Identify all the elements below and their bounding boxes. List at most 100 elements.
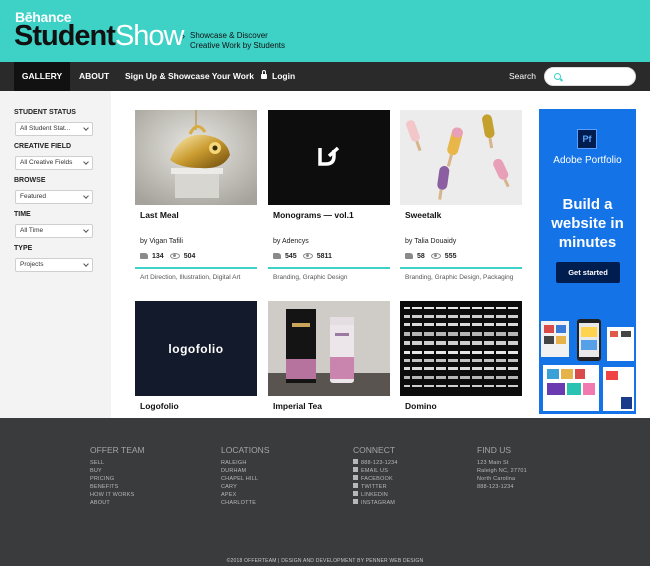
chevron-down-icon xyxy=(83,193,89,199)
project-thumbnail[interactable] xyxy=(268,301,390,396)
footer-link-label: FACEBOOK xyxy=(361,476,393,482)
filter-value: All Time xyxy=(20,227,44,234)
project-author[interactable]: by Vigan Tafili xyxy=(140,238,183,245)
footer-address-line: 123 Main St xyxy=(477,460,509,466)
footer-link[interactable]: TWITTER xyxy=(353,483,398,491)
filter-label-browse: BROWSE xyxy=(14,177,46,184)
filter-select-browse[interactable]: Featured xyxy=(15,190,93,204)
project-thumbnail[interactable] xyxy=(135,110,257,205)
chevron-down-icon xyxy=(83,125,89,131)
view-count: 555 xyxy=(444,253,457,260)
footer-link[interactable]: ABOUT xyxy=(90,499,145,507)
linkedin-icon xyxy=(353,491,358,496)
filter-select-type[interactable]: Projects xyxy=(15,258,93,272)
footer-link[interactable]: 888-123-1234 xyxy=(353,459,398,467)
filter-select-creative-field[interactable]: All Creative Fields xyxy=(15,156,93,170)
nav-login[interactable]: Login xyxy=(261,62,295,91)
adobe-portfolio-ad[interactable]: Pf Adobe Portfolio Build a website in mi… xyxy=(539,109,636,414)
footer-heading: FIND US xyxy=(477,445,511,455)
view-count: 5811 xyxy=(316,253,332,260)
project-stats: 134 504 xyxy=(140,253,195,260)
project-title[interactable]: Domino xyxy=(405,401,437,411)
eye-icon xyxy=(430,253,441,259)
ad-brand: Adobe Portfolio xyxy=(553,155,622,166)
filter-select-time[interactable]: All Time xyxy=(15,224,93,238)
lock-icon xyxy=(261,70,267,79)
footer-link[interactable]: APEX xyxy=(221,491,270,499)
student-show-logo[interactable]: StudentShow xyxy=(14,20,184,53)
project-tags: Art Direction, Illustration, Digital Art xyxy=(140,274,241,281)
thumbs-up-icon xyxy=(405,253,413,259)
like-count: 545 xyxy=(285,253,297,260)
brand-student: Student xyxy=(14,20,116,52)
search-icon xyxy=(554,73,561,80)
footer-link-label: INSTAGRAM xyxy=(361,500,396,506)
footer-link[interactable]: DURHAM xyxy=(221,467,270,475)
project-thumbnail[interactable] xyxy=(400,110,522,205)
logofolio-thumb-text: logofolio xyxy=(168,342,224,356)
project-thumbnail[interactable] xyxy=(400,301,522,396)
footer-phone[interactable]: 888-123-1234 xyxy=(477,483,527,491)
filter-value: All Creative Fields xyxy=(20,159,73,166)
project-title[interactable]: Last Meal xyxy=(140,210,179,220)
footer-address-line: North Carolina xyxy=(477,476,516,482)
nav-about[interactable]: ABOUT xyxy=(79,62,109,91)
tea-tins-image xyxy=(268,301,390,396)
eye-icon xyxy=(169,253,180,259)
footer-link[interactable]: CARY xyxy=(221,483,270,491)
nav-signup[interactable]: Sign Up & Showcase Your Work xyxy=(125,62,254,91)
footer-link[interactable]: INSTAGRAM xyxy=(353,499,398,507)
footer-link[interactable]: LINKEDIN xyxy=(353,491,398,499)
footer-link[interactable]: HOW IT WORKS xyxy=(90,491,145,499)
search-input[interactable] xyxy=(565,70,631,83)
filter-label-time: TIME xyxy=(14,211,31,218)
tagline: › Showcase & Discover Creative Work by S… xyxy=(182,31,286,51)
nav-gallery[interactable]: GALLERY xyxy=(14,62,70,91)
portfolio-app-icon: Pf xyxy=(577,129,597,149)
project-title[interactable]: Logofolio xyxy=(140,401,179,411)
email-icon xyxy=(353,467,358,472)
tagline-line2: Creative Work by Students xyxy=(190,41,286,50)
filter-value: Projects xyxy=(20,261,44,268)
tagline-line1: Showcase & Discover xyxy=(190,31,268,40)
footer-link-label: EMAIL US xyxy=(361,468,389,474)
project-thumbnail[interactable]: logofolio xyxy=(135,301,257,396)
project-author[interactable]: by Adencys xyxy=(273,238,309,245)
footer-link[interactable]: RALEIGH xyxy=(221,459,270,467)
filter-select-student-status[interactable]: All Student Stat... xyxy=(15,122,93,136)
footer-link[interactable]: CHARLOTTE xyxy=(221,499,270,507)
chevron-down-icon xyxy=(83,227,89,233)
filter-value: All Student Stat... xyxy=(20,125,71,132)
get-started-button[interactable]: Get started xyxy=(556,262,620,283)
project-author[interactable]: by Talia Douaidy xyxy=(405,238,456,245)
footer-link[interactable]: SELL xyxy=(90,459,145,467)
footer-link[interactable]: CHAPEL HILL xyxy=(221,475,270,483)
like-count: 134 xyxy=(152,253,164,260)
like-count: 58 xyxy=(417,253,425,260)
thumbs-up-icon xyxy=(140,253,148,259)
copyright: ©2018 OFFERTEAM | DESIGN AND DEVELOPMENT… xyxy=(226,558,424,564)
project-stats: 58 555 xyxy=(405,253,456,260)
footer-link[interactable]: EMAIL US xyxy=(353,467,398,475)
footer-column-find-us: FIND US 123 Main St Raleigh NC, 27701 No… xyxy=(477,445,527,491)
project-title[interactable]: Monograms — vol.1 xyxy=(273,210,354,220)
footer-link[interactable]: FACEBOOK xyxy=(353,475,398,483)
footer-column-offer-team: OFFER TEAM SELL BUY PRICING BENEFITS HOW… xyxy=(90,445,145,507)
project-title[interactable]: Sweetalk xyxy=(405,210,441,220)
project-title[interactable]: Imperial Tea xyxy=(273,401,322,411)
footer-column-locations: LOCATIONS RALEIGH DURHAM CHAPEL HILL CAR… xyxy=(221,445,270,507)
twitter-icon xyxy=(353,483,358,488)
filter-label-type: TYPE xyxy=(14,245,33,252)
footer-link[interactable]: BUY xyxy=(90,467,145,475)
footer-link[interactable]: BENEFITS xyxy=(90,483,145,491)
nav-login-label: Login xyxy=(272,71,296,81)
header: Bēhance StudentShow › Showcase & Discove… xyxy=(0,0,650,62)
filter-label-creative-field: CREATIVE FIELD xyxy=(14,143,72,150)
project-thumbnail[interactable] xyxy=(268,110,390,205)
monogram-image xyxy=(268,110,390,205)
footer-link[interactable]: PRICING xyxy=(90,475,145,483)
ad-collage-image xyxy=(539,317,636,414)
card-divider xyxy=(135,267,257,269)
search-box[interactable] xyxy=(544,67,636,86)
phone-icon xyxy=(353,459,358,464)
